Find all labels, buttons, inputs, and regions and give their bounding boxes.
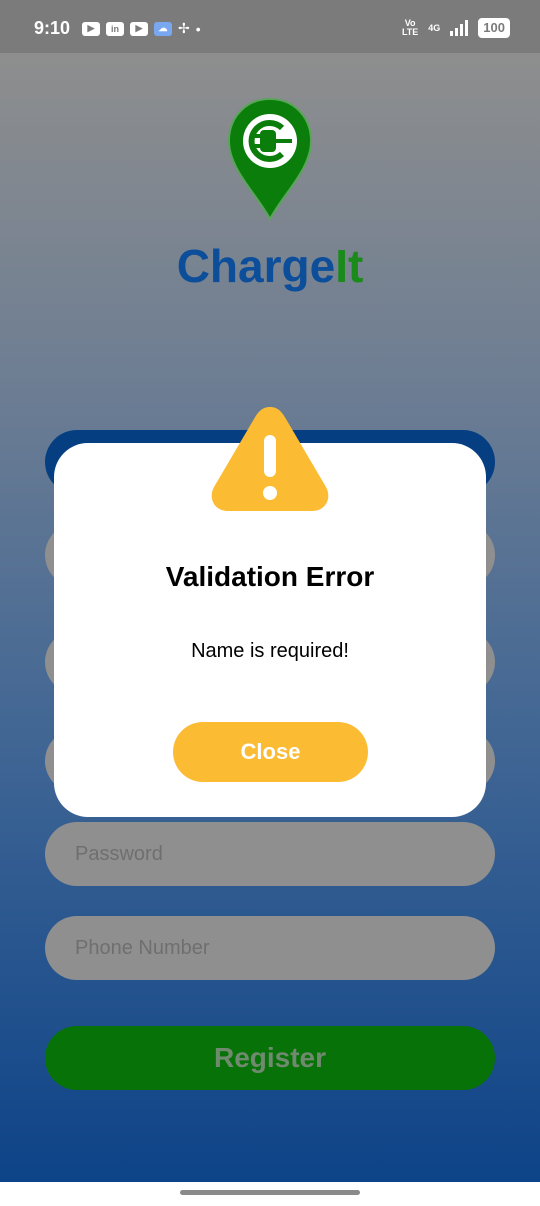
network-type: 4G <box>428 23 441 33</box>
linkedin-icon: in <box>106 21 124 36</box>
dot-icon: • <box>195 20 201 37</box>
warning-icon <box>211 407 329 511</box>
password-placeholder: Password <box>75 842 163 865</box>
dialog-message: Name is required! <box>191 640 349 662</box>
weather-icon: ☁ <box>154 21 172 36</box>
signal-icon <box>450 20 469 36</box>
fan-icon: ✢ <box>178 20 190 36</box>
status-bar: 9:10 ▶ in ▶ ☁ ✢ • Vo LTE 4G 100 <box>0 0 540 53</box>
volte-indicator: Vo LTE <box>401 18 419 37</box>
notification-icons: ▶ in ▶ ☁ ✢ • <box>82 20 201 37</box>
status-time: 9:10 <box>34 18 71 38</box>
close-button[interactable]: Close <box>173 722 368 782</box>
register-button[interactable]: Register <box>45 1026 495 1090</box>
battery-indicator: 100 <box>478 18 510 38</box>
youtube-icon: ▶ <box>130 21 148 36</box>
phone-number-field[interactable]: Phone Number <box>45 916 495 980</box>
youtube-icon: ▶ <box>82 21 100 36</box>
app-title: ChargeIt <box>176 240 364 292</box>
password-field[interactable]: Password <box>45 822 495 886</box>
phone-placeholder: Phone Number <box>75 936 210 959</box>
charger-pin-logo-icon <box>227 97 313 221</box>
navigation-bar <box>0 1182 540 1206</box>
dialog-title: Validation Error <box>165 561 375 592</box>
home-indicator[interactable] <box>180 1190 360 1195</box>
system-status: Vo LTE 4G 100 <box>402 18 510 38</box>
